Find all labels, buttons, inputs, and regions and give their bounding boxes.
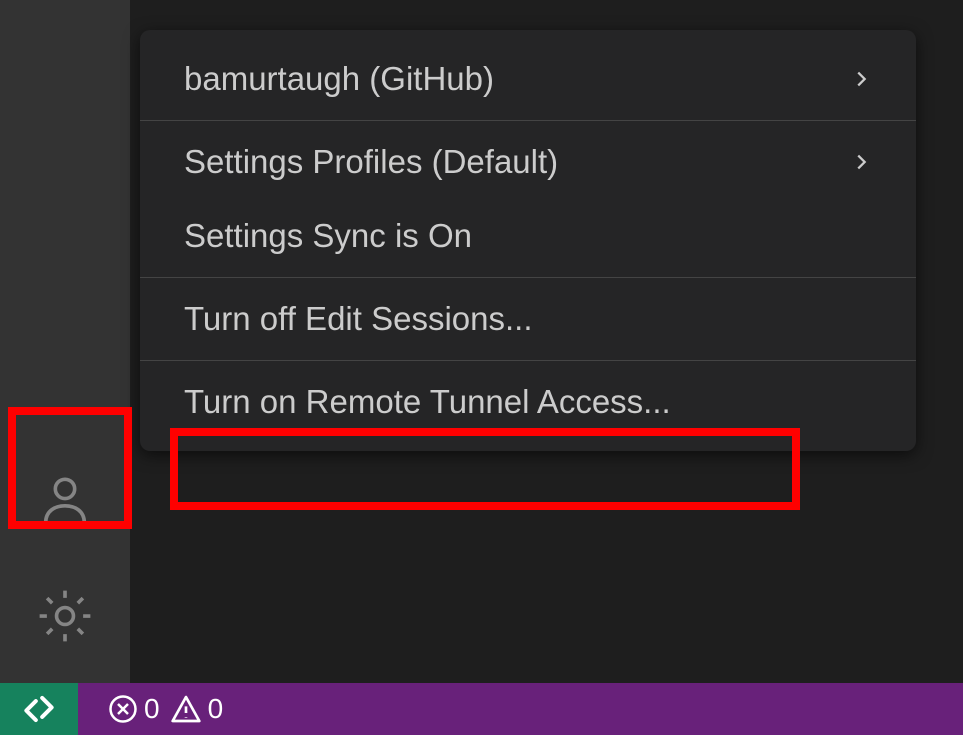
warning-icon <box>170 693 202 725</box>
status-problems[interactable]: 0 0 <box>78 693 223 725</box>
accounts-button[interactable] <box>0 443 130 558</box>
menu-item-sync[interactable]: Settings Sync is On <box>140 199 916 273</box>
menu-item-account[interactable]: bamurtaugh (GitHub) <box>140 42 916 116</box>
menu-item-label: Turn off Edit Sessions... <box>184 300 533 338</box>
menu-item-edit-sessions[interactable]: Turn off Edit Sessions... <box>140 282 916 356</box>
status-bar: 0 0 <box>0 683 963 735</box>
remote-icon <box>20 690 58 728</box>
error-icon <box>108 694 138 724</box>
warnings-count: 0 <box>208 693 224 725</box>
accounts-menu: bamurtaugh (GitHub) Settings Profiles (D… <box>140 30 916 451</box>
gear-icon <box>36 587 94 645</box>
menu-item-label: Settings Profiles (Default) <box>184 143 558 181</box>
settings-button[interactable] <box>0 558 130 673</box>
chevron-right-icon <box>850 60 872 98</box>
menu-separator <box>140 120 916 121</box>
activity-bar <box>0 0 130 683</box>
menu-item-remote-tunnel[interactable]: Turn on Remote Tunnel Access... <box>140 365 916 439</box>
person-icon <box>36 472 94 530</box>
chevron-right-icon <box>850 143 872 181</box>
menu-item-label: Settings Sync is On <box>184 217 472 255</box>
menu-item-profiles[interactable]: Settings Profiles (Default) <box>140 125 916 199</box>
menu-separator <box>140 277 916 278</box>
errors-count: 0 <box>144 693 160 725</box>
warnings-status[interactable]: 0 <box>170 693 224 725</box>
menu-item-label: Turn on Remote Tunnel Access... <box>184 383 671 421</box>
errors-status[interactable]: 0 <box>108 693 160 725</box>
remote-indicator-button[interactable] <box>0 683 78 735</box>
menu-separator <box>140 360 916 361</box>
menu-item-label: bamurtaugh (GitHub) <box>184 60 494 98</box>
